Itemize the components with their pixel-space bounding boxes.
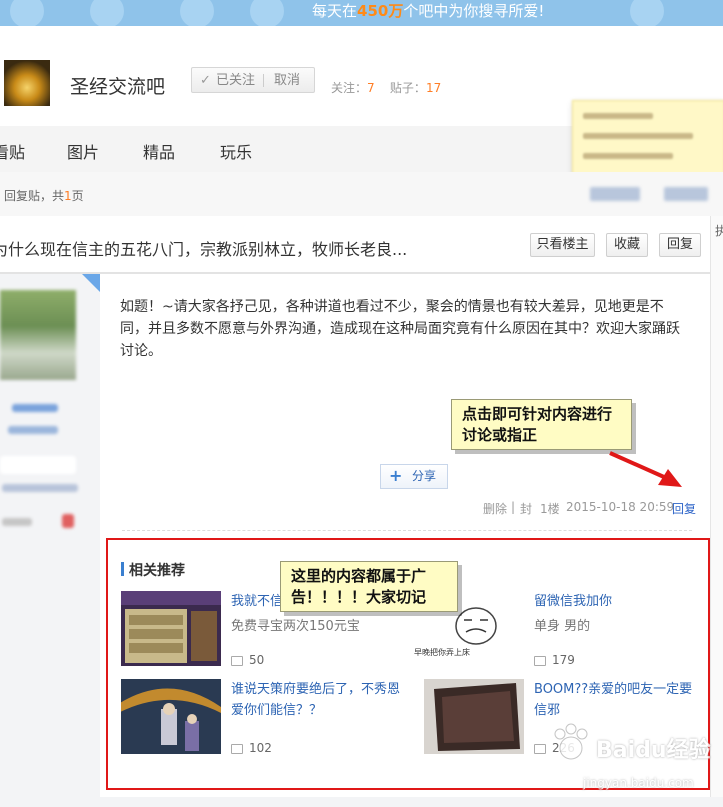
right-sidebar: 执	[710, 216, 723, 807]
cartoon-caption: 早晚把你弄上床	[414, 648, 470, 657]
related-title[interactable]: 留微信我加你	[534, 591, 612, 612]
related-thumbnail-umbrella[interactable]	[121, 679, 221, 754]
baidu-jingyan-watermark: Baidu经验 jingyan.baidu.com	[548, 720, 718, 800]
tab-fun[interactable]: 玩乐	[220, 139, 252, 163]
reply-button[interactable]: 回复	[659, 233, 701, 257]
divider	[263, 74, 264, 87]
followed-label: 已关注	[216, 73, 256, 88]
toolbar-link[interactable]	[590, 187, 640, 201]
check-icon: ✓	[200, 73, 211, 88]
block-link[interactable]: 封	[520, 500, 532, 517]
forum-name[interactable]: 圣经交流吧	[70, 72, 165, 99]
meta-separator: |	[511, 500, 516, 514]
baidu-paw-icon	[554, 723, 588, 760]
reply-link[interactable]: 回复	[672, 500, 696, 517]
tab-featured[interactable]: 精品	[143, 139, 175, 163]
reply-tip-callout: 点击即可针对内容进行讨论或指正	[451, 399, 632, 450]
forum-avatar[interactable]	[4, 60, 50, 106]
post-count: 17	[425, 81, 442, 95]
post-content: 如题！~请大家各抒己见，各种讲道也看过不少，聚会的情景也有较大差异，见地更是不同…	[120, 299, 680, 359]
divider	[122, 530, 692, 531]
toolbar-link[interactable]	[664, 187, 708, 201]
ad-warning-callout: 这里的内容都属于广告！！！！大家切记	[280, 561, 458, 612]
favorite-button[interactable]: 收藏	[606, 233, 648, 257]
comment-icon	[534, 743, 546, 754]
follow-count: 7	[367, 81, 375, 95]
page-count: 回复贴，共1页	[4, 189, 84, 203]
related-subtitle: 免费寻宝两次150元宝	[231, 619, 360, 634]
related-subtitle: 单身 男的	[534, 619, 591, 634]
comment-icon	[231, 743, 243, 754]
related-title[interactable]: 谁说天策府要绝后了，不秀恩爱你们能信？？	[231, 679, 411, 721]
related-title[interactable]: 我就不信	[231, 591, 283, 612]
author-avatar[interactable]	[0, 290, 76, 380]
floor-corner-badge	[82, 274, 100, 292]
related-thumbnail-game[interactable]	[121, 591, 221, 666]
only-op-button[interactable]: 只看楼主	[530, 233, 595, 257]
top-banner: 每天在450万个吧中为你搜寻所爱!	[0, 0, 723, 26]
comment-count: 50	[231, 653, 264, 667]
tab-images[interactable]: 图片	[67, 139, 99, 163]
post-time: 2015-10-18 20:59	[566, 500, 675, 514]
plus-icon: +	[389, 466, 403, 485]
comment-count: 102	[231, 741, 272, 755]
share-button[interactable]: + 分享	[380, 464, 448, 489]
delete-link[interactable]: 删除	[483, 500, 507, 517]
tab-posts[interactable]: 看贴	[0, 139, 25, 163]
cancel-follow-button[interactable]: 取消	[274, 68, 300, 94]
callout-arrow	[609, 451, 682, 487]
comment-count: 179	[534, 653, 575, 667]
comment-icon	[534, 655, 546, 666]
comment-icon	[231, 655, 243, 666]
post-title: 为什么现在信主的五花八门，宗教派别林立，牧师长老良...	[0, 240, 408, 259]
floor-number: 1楼	[540, 502, 560, 516]
banner-slogan: 每天在450万个吧中为你搜寻所爱!	[312, 2, 545, 20]
follow-button[interactable]: ✓ 已关注 取消	[191, 67, 315, 93]
forum-stats: 关注：7 贴子：17	[331, 81, 442, 95]
page-footer-strip	[0, 797, 723, 807]
related-thumbnail-box[interactable]	[424, 679, 524, 754]
related-title[interactable]: BOOM??亲爱的吧友一定要信邪	[534, 679, 702, 721]
